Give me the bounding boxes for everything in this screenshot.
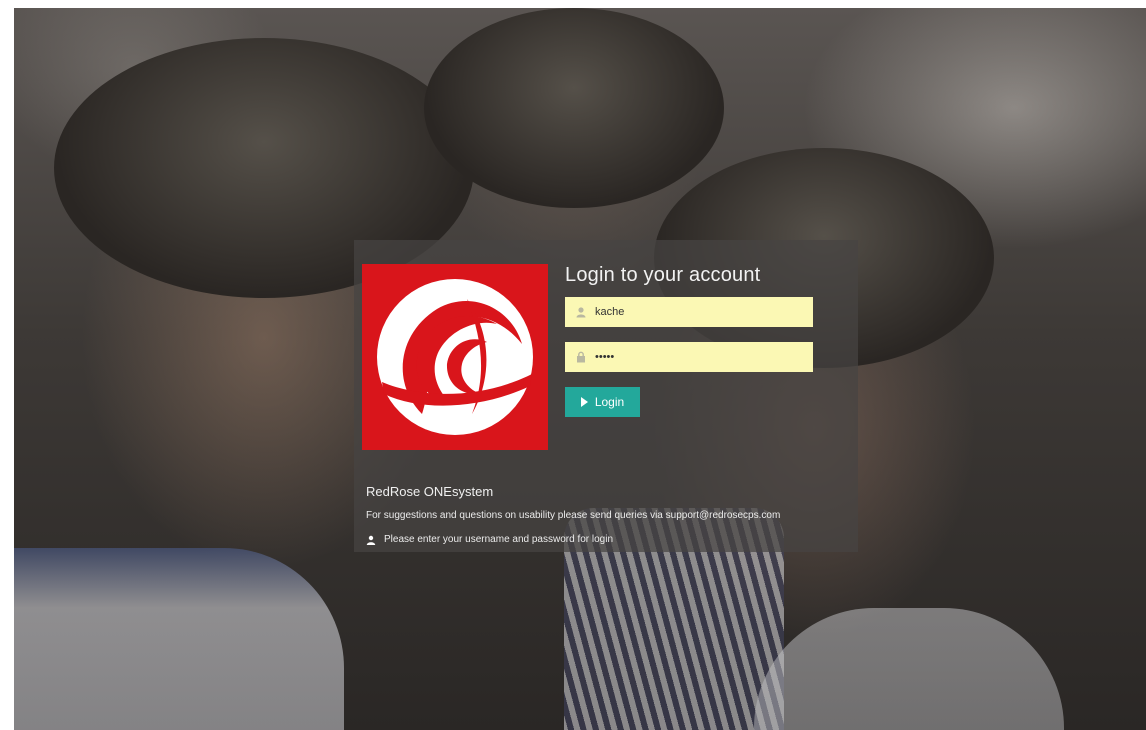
lock-icon [577, 351, 585, 363]
login-title: Login to your account [565, 264, 761, 286]
redrose-logo [362, 264, 548, 450]
password-value: ••••• [595, 351, 615, 363]
login-panel: Login to your account kache ••••• Login … [354, 240, 858, 552]
login-hint: Please enter your username and password … [366, 534, 613, 545]
play-icon [580, 397, 588, 407]
login-page: Login to your account kache ••••• Login … [14, 8, 1146, 730]
username-field[interactable]: kache [565, 297, 813, 327]
login-button-label: Login [594, 395, 625, 409]
background-shirt-left [14, 548, 344, 730]
login-button[interactable]: Login [565, 387, 640, 417]
user-icon [576, 307, 586, 318]
login-hint-text: Please enter your username and password … [384, 534, 614, 545]
username-value: kache [595, 306, 625, 318]
app-name: RedRose ONEsystem [366, 484, 494, 499]
user-icon [366, 535, 376, 545]
redrose-logo-icon [377, 279, 533, 435]
background-child-middle [424, 8, 724, 208]
support-text: For suggestions and questions on usabili… [366, 510, 781, 521]
password-field[interactable]: ••••• [565, 342, 813, 372]
